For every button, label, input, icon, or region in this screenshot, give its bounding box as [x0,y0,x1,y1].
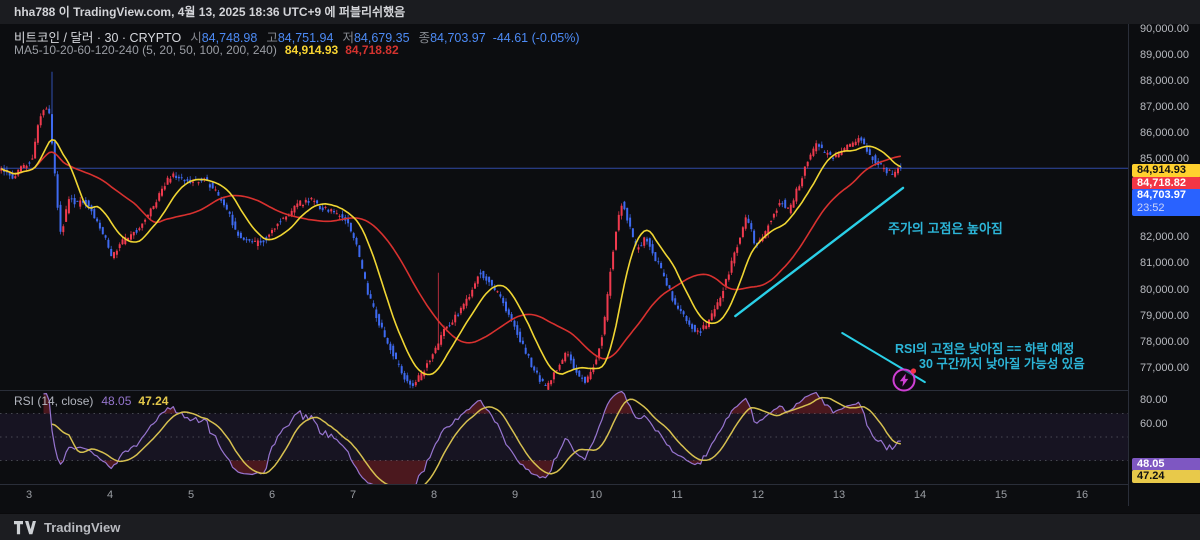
ma-fast-line [1,140,901,375]
publish-banner: hha788 이 TradingView.com, 4월 13, 2025 18… [0,0,1200,24]
rsi-title: RSI (14, close) [14,394,93,408]
publish-banner-text: hha788 이 TradingView.com, 4월 13, 2025 18… [14,5,405,19]
ma-fast-value: 84,914.93 [285,43,338,57]
price-tick: 87,000.00 [1140,101,1189,113]
annotation-rsi-divergence[interactable]: RSI의 고점은 낮아짐 == 하락 예정 30 구간까지 낮아질 가능성 있음 [895,342,1085,372]
time-tick: 12 [752,489,764,501]
rsi-tick: 80.00 [1140,394,1168,406]
last-price-label: 84,703.9723:52 [1132,189,1200,216]
time-tick: 8 [431,489,437,501]
time-tick: 14 [914,489,926,501]
time-axis[interactable]: 3 4 5 6 7 8 9 10 11 12 13 14 15 16 [0,485,1128,506]
price-tick: 79,000.00 [1140,310,1189,322]
price-tick: 81,000.00 [1140,257,1189,269]
ma-legend: MA5-10-20-60-120-240 (5, 20, 50, 100, 20… [14,43,399,57]
rsi-chart-canvas[interactable] [0,391,1128,484]
tradingview-logo-icon[interactable] [14,521,36,535]
rsi-legend: RSI (14, close) 48.05 47.24 [14,394,168,408]
ma-title: MA5-10-20-60-120-240 (5, 20, 50, 100, 20… [14,43,277,57]
ma-fast-price-label: 84,914.93 [1132,164,1200,177]
price-chart-canvas[interactable] [0,24,1128,390]
time-tick: 4 [107,489,113,501]
close-value: 84,703.97 [430,31,486,45]
time-tick: 10 [590,489,602,501]
annotation-price-higher-highs[interactable]: 주가의 고점은 높아짐 [888,218,1003,237]
down-candle-bodies [3,109,902,386]
ma-slow-value: 84,718.82 [345,43,398,57]
price-tick: 78,000.00 [1140,336,1189,348]
price-scale[interactable]: 20.0060.0080.0077,000.0078,000.0079,000.… [1129,24,1200,506]
flash-icon[interactable] [890,365,920,395]
ma-slow-line [1,152,901,359]
rsi-note-line2: 30 구간까지 낮아질 가능성 있음 [919,357,1085,372]
price-tick: 77,000.00 [1140,362,1189,374]
time-tick: 16 [1076,489,1088,501]
tradingview-brand[interactable]: TradingView [44,520,120,535]
time-tick: 13 [833,489,845,501]
up-candle-bodies [0,109,899,390]
time-tick: 5 [188,489,194,501]
last-price-value: 84,703.97 [1137,189,1186,201]
time-tick: 6 [269,489,275,501]
price-tick: 82,000.00 [1140,231,1189,243]
time-tick: 3 [26,489,32,501]
pane-divider[interactable] [0,390,1128,391]
footer-bar: TradingView [0,513,1200,540]
flash-icon-dot [911,368,916,373]
bar-countdown: 23:52 [1137,202,1200,215]
change-value: -44.61 (-0.05%) [493,31,580,45]
rsi-tick: 60.00 [1140,418,1168,430]
price-tick: 86,000.00 [1140,127,1189,139]
up-candle-wicks [1,107,898,390]
close-label: 종 [419,31,431,45]
rsi-ma-value: 47.24 [138,394,168,408]
ma-slow-price-label: 84,718.82 [1132,177,1200,190]
price-tick: 90,000.00 [1140,23,1189,35]
tradingview-published-chart: hha788 이 TradingView.com, 4월 13, 2025 18… [0,0,1200,540]
rsi-value: 48.05 [101,394,131,408]
price-tick: 80,000.00 [1140,284,1189,296]
price-tick: 89,000.00 [1140,49,1189,61]
rsi-note-line1: RSI의 고점은 낮아짐 == 하락 예정 [895,342,1074,356]
price-uptrend-line[interactable] [735,188,903,316]
time-tick: 9 [512,489,518,501]
time-tick: 15 [995,489,1007,501]
time-tick: 11 [671,489,682,501]
rsi-ma-value-label: 47.24 [1132,470,1200,483]
price-tick: 88,000.00 [1140,75,1189,87]
time-tick: 7 [350,489,356,501]
